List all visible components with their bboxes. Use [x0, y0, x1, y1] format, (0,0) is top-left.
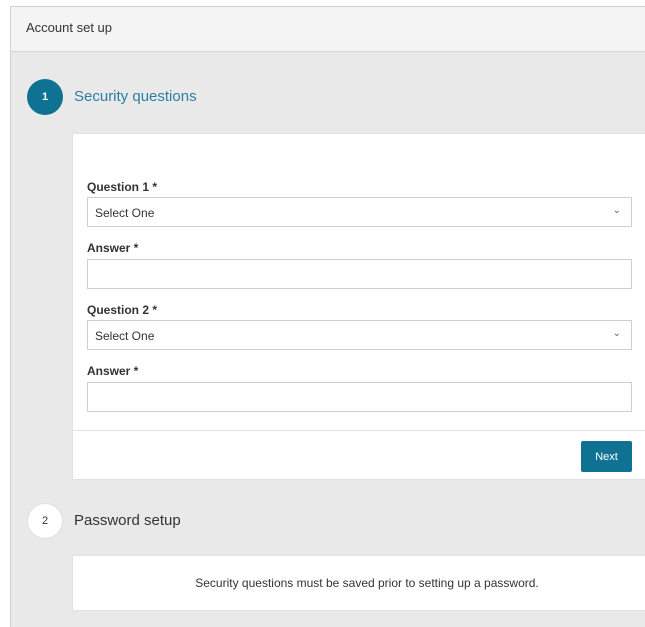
- header-bar: Account set up: [11, 7, 645, 52]
- answer-2-label: Answer *: [87, 364, 139, 378]
- chevron-down-icon: ⌄: [612, 328, 621, 339]
- step-1-title[interactable]: Security questions: [74, 88, 197, 105]
- account-setup-panel: Account set up 1 Security questions Ques…: [10, 6, 645, 627]
- step-1-indicator: 1: [27, 79, 63, 115]
- question-2-selected-value: Select One: [95, 329, 155, 343]
- page-title: Account set up: [26, 20, 112, 35]
- step-2-number: 2: [41, 515, 49, 527]
- step-2-indicator: 2: [27, 503, 63, 539]
- next-button[interactable]: Next: [581, 441, 632, 472]
- form-divider: [73, 430, 645, 431]
- question-1-selected-value: Select One: [95, 206, 155, 220]
- question-2-select[interactable]: Select One ⌄: [87, 320, 632, 350]
- step-2-title: Password setup: [74, 512, 181, 529]
- question-1-select[interactable]: Select One ⌄: [87, 197, 632, 227]
- security-questions-form: Question 1 * Select One ⌄ Answer * Quest…: [72, 133, 645, 480]
- question-1-label: Question 1 *: [87, 180, 158, 194]
- password-setup-card: Security questions must be saved prior t…: [72, 555, 645, 611]
- answer-2-input[interactable]: [87, 382, 632, 412]
- question-2-label: Question 2 *: [87, 303, 158, 317]
- step-1-number: 1: [41, 91, 49, 103]
- password-setup-note: Security questions must be saved prior t…: [195, 576, 539, 590]
- answer-1-label: Answer *: [87, 241, 139, 255]
- answer-1-input[interactable]: [87, 259, 632, 289]
- chevron-down-icon: ⌄: [612, 205, 621, 216]
